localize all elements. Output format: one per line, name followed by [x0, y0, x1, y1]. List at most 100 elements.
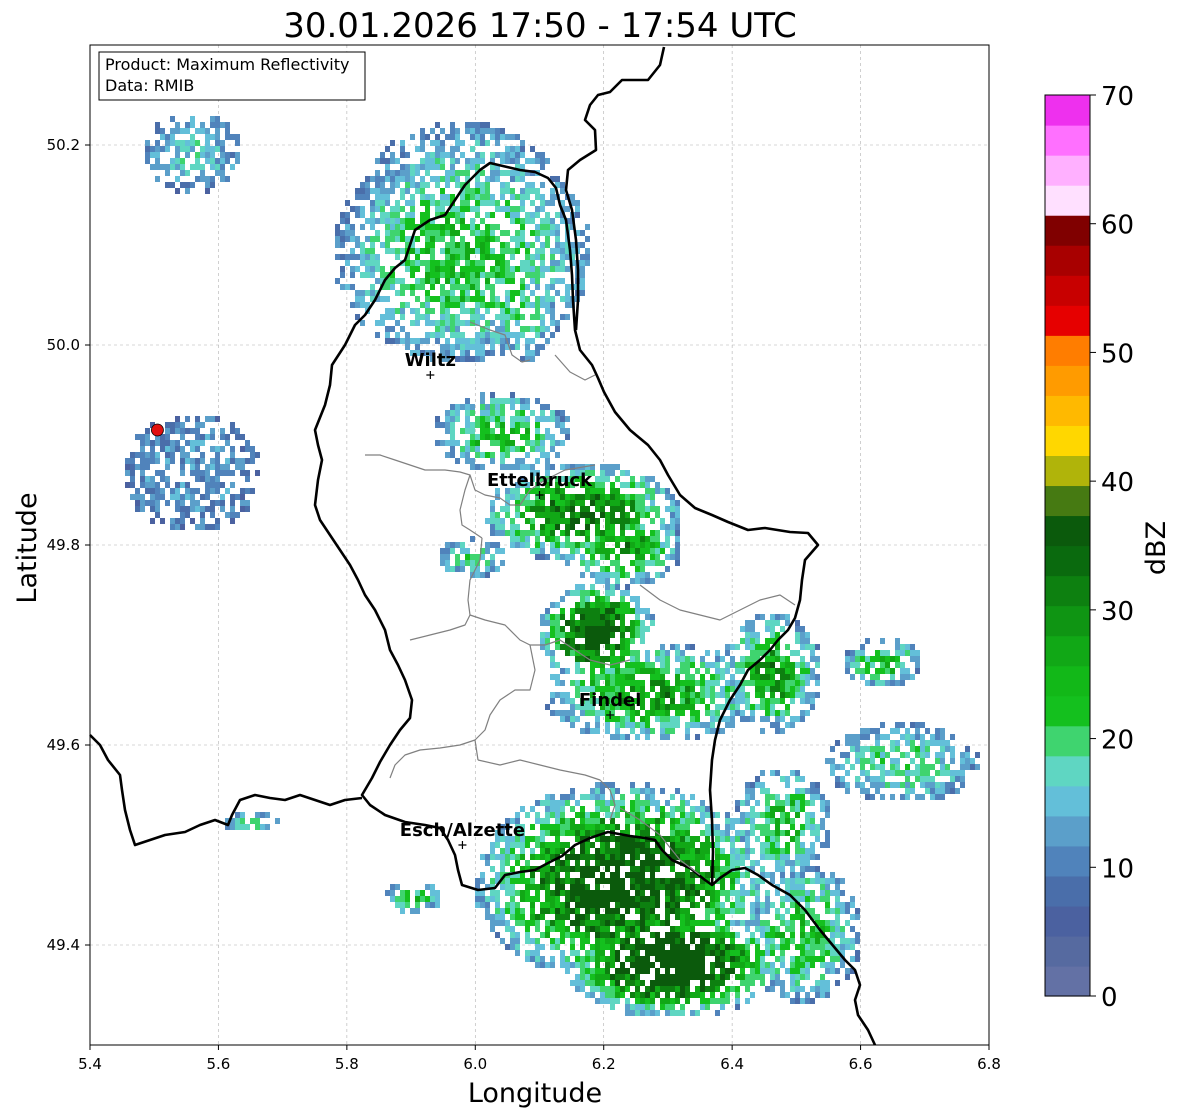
radar-echo-cell [550, 542, 555, 548]
radar-echo-cell [765, 962, 770, 968]
radar-echo-cell [450, 266, 455, 272]
radar-echo-cell [605, 986, 610, 992]
radar-echo-cell [375, 206, 380, 212]
radar-echo-cell [540, 332, 545, 338]
radar-echo-cell [170, 446, 175, 452]
radar-echo-cell [375, 182, 380, 188]
radar-echo-cell [560, 554, 565, 560]
radar-echo-cell [250, 452, 255, 458]
radar-echo-cell [465, 296, 470, 302]
radar-echo-cell [550, 332, 555, 338]
radar-echo-cell [210, 482, 215, 488]
radar-echo-cell [540, 638, 545, 644]
radar-echo-cell [725, 860, 730, 866]
radar-echo-cell [870, 662, 875, 668]
radar-echo-cell [475, 188, 480, 194]
radar-echo-cell [630, 950, 635, 956]
radar-echo-cell [455, 566, 460, 572]
radar-echo-cell [150, 440, 155, 446]
colorbar-band [1045, 935, 1090, 967]
radar-echo-cell [645, 692, 650, 698]
radar-echo-cell [740, 626, 745, 632]
radar-echo-cell [865, 794, 870, 800]
radar-echo-cell [555, 926, 560, 932]
radar-echo-cell [495, 338, 500, 344]
radar-echo-cell [555, 680, 560, 686]
radar-echo-cell [660, 722, 665, 728]
radar-echo-cell [210, 134, 215, 140]
radar-echo-cell [725, 908, 730, 914]
radar-echo-cell [190, 134, 195, 140]
radar-echo-cell [930, 788, 935, 794]
radar-echo-cell [705, 728, 710, 734]
radar-echo-cell [630, 920, 635, 926]
radar-echo-cell [770, 686, 775, 692]
radar-echo-cell [620, 602, 625, 608]
radar-echo-cell [600, 800, 605, 806]
radar-echo-cell [795, 854, 800, 860]
radar-echo-cell [760, 950, 765, 956]
radar-echo-cell [220, 146, 225, 152]
radar-echo-cell [575, 512, 580, 518]
radar-echo-cell [545, 854, 550, 860]
radar-echo-cell [470, 440, 475, 446]
radar-echo-cell [520, 410, 525, 416]
radar-echo-cell [785, 800, 790, 806]
radar-echo-cell [360, 254, 365, 260]
radar-echo-cell [525, 938, 530, 944]
radar-echo-cell [725, 986, 730, 992]
radar-echo-cell [595, 602, 600, 608]
radar-echo-cell [210, 524, 215, 530]
radar-echo-cell [765, 626, 770, 632]
radar-echo-cell [550, 260, 555, 266]
radar-echo-cell [640, 548, 645, 554]
radar-echo-cell [650, 986, 655, 992]
radar-echo-cell [485, 272, 490, 278]
radar-echo-cell [775, 968, 780, 974]
radar-echo-cell [630, 494, 635, 500]
radar-echo-cell [440, 560, 445, 566]
radar-echo-cell [700, 950, 705, 956]
radar-echo-cell [515, 194, 520, 200]
radar-echo-cell [550, 848, 555, 854]
radar-echo-cell [680, 818, 685, 824]
radar-echo-cell [520, 314, 525, 320]
radar-echo-cell [705, 872, 710, 878]
radar-echo-cell [490, 518, 495, 524]
radar-echo-cell [545, 908, 550, 914]
radar-echo-cell [795, 872, 800, 878]
radar-echo-cell [675, 1010, 680, 1016]
radar-echo-cell [215, 470, 220, 476]
radar-echo-cell [765, 902, 770, 908]
radar-echo-cell [230, 164, 235, 170]
radar-echo-cell [745, 656, 750, 662]
radar-echo-cell [495, 422, 500, 428]
radar-echo-cell [800, 632, 805, 638]
radar-echo-cell [530, 326, 535, 332]
radar-echo-cell [720, 674, 725, 680]
radar-echo-cell [455, 458, 460, 464]
radar-echo-cell [675, 806, 680, 812]
radar-echo-cell [475, 416, 480, 422]
radar-echo-cell [815, 644, 820, 650]
info-box: Product: Maximum Reflectivity Data: RMIB [98, 51, 366, 101]
radar-echo-cell [475, 290, 480, 296]
radar-echo-cell [640, 860, 645, 866]
radar-echo-cell [555, 710, 560, 716]
radar-echo-cell [690, 674, 695, 680]
radar-echo-cell [590, 608, 595, 614]
radar-echo-cell [200, 434, 205, 440]
radar-echo-cell [490, 176, 495, 182]
radar-echo-cell [540, 800, 545, 806]
radar-echo-cell [715, 866, 720, 872]
radar-echo-cell [730, 956, 735, 962]
radar-echo-cell [415, 266, 420, 272]
radar-echo-cell [715, 674, 720, 680]
radar-echo-cell [760, 704, 765, 710]
radar-echo-cell [460, 446, 465, 452]
radar-echo-cell [215, 500, 220, 506]
radar-echo-cell [225, 470, 230, 476]
radar-echo-cell [530, 410, 535, 416]
radar-echo-cell [735, 920, 740, 926]
radar-echo-cell [465, 548, 470, 554]
